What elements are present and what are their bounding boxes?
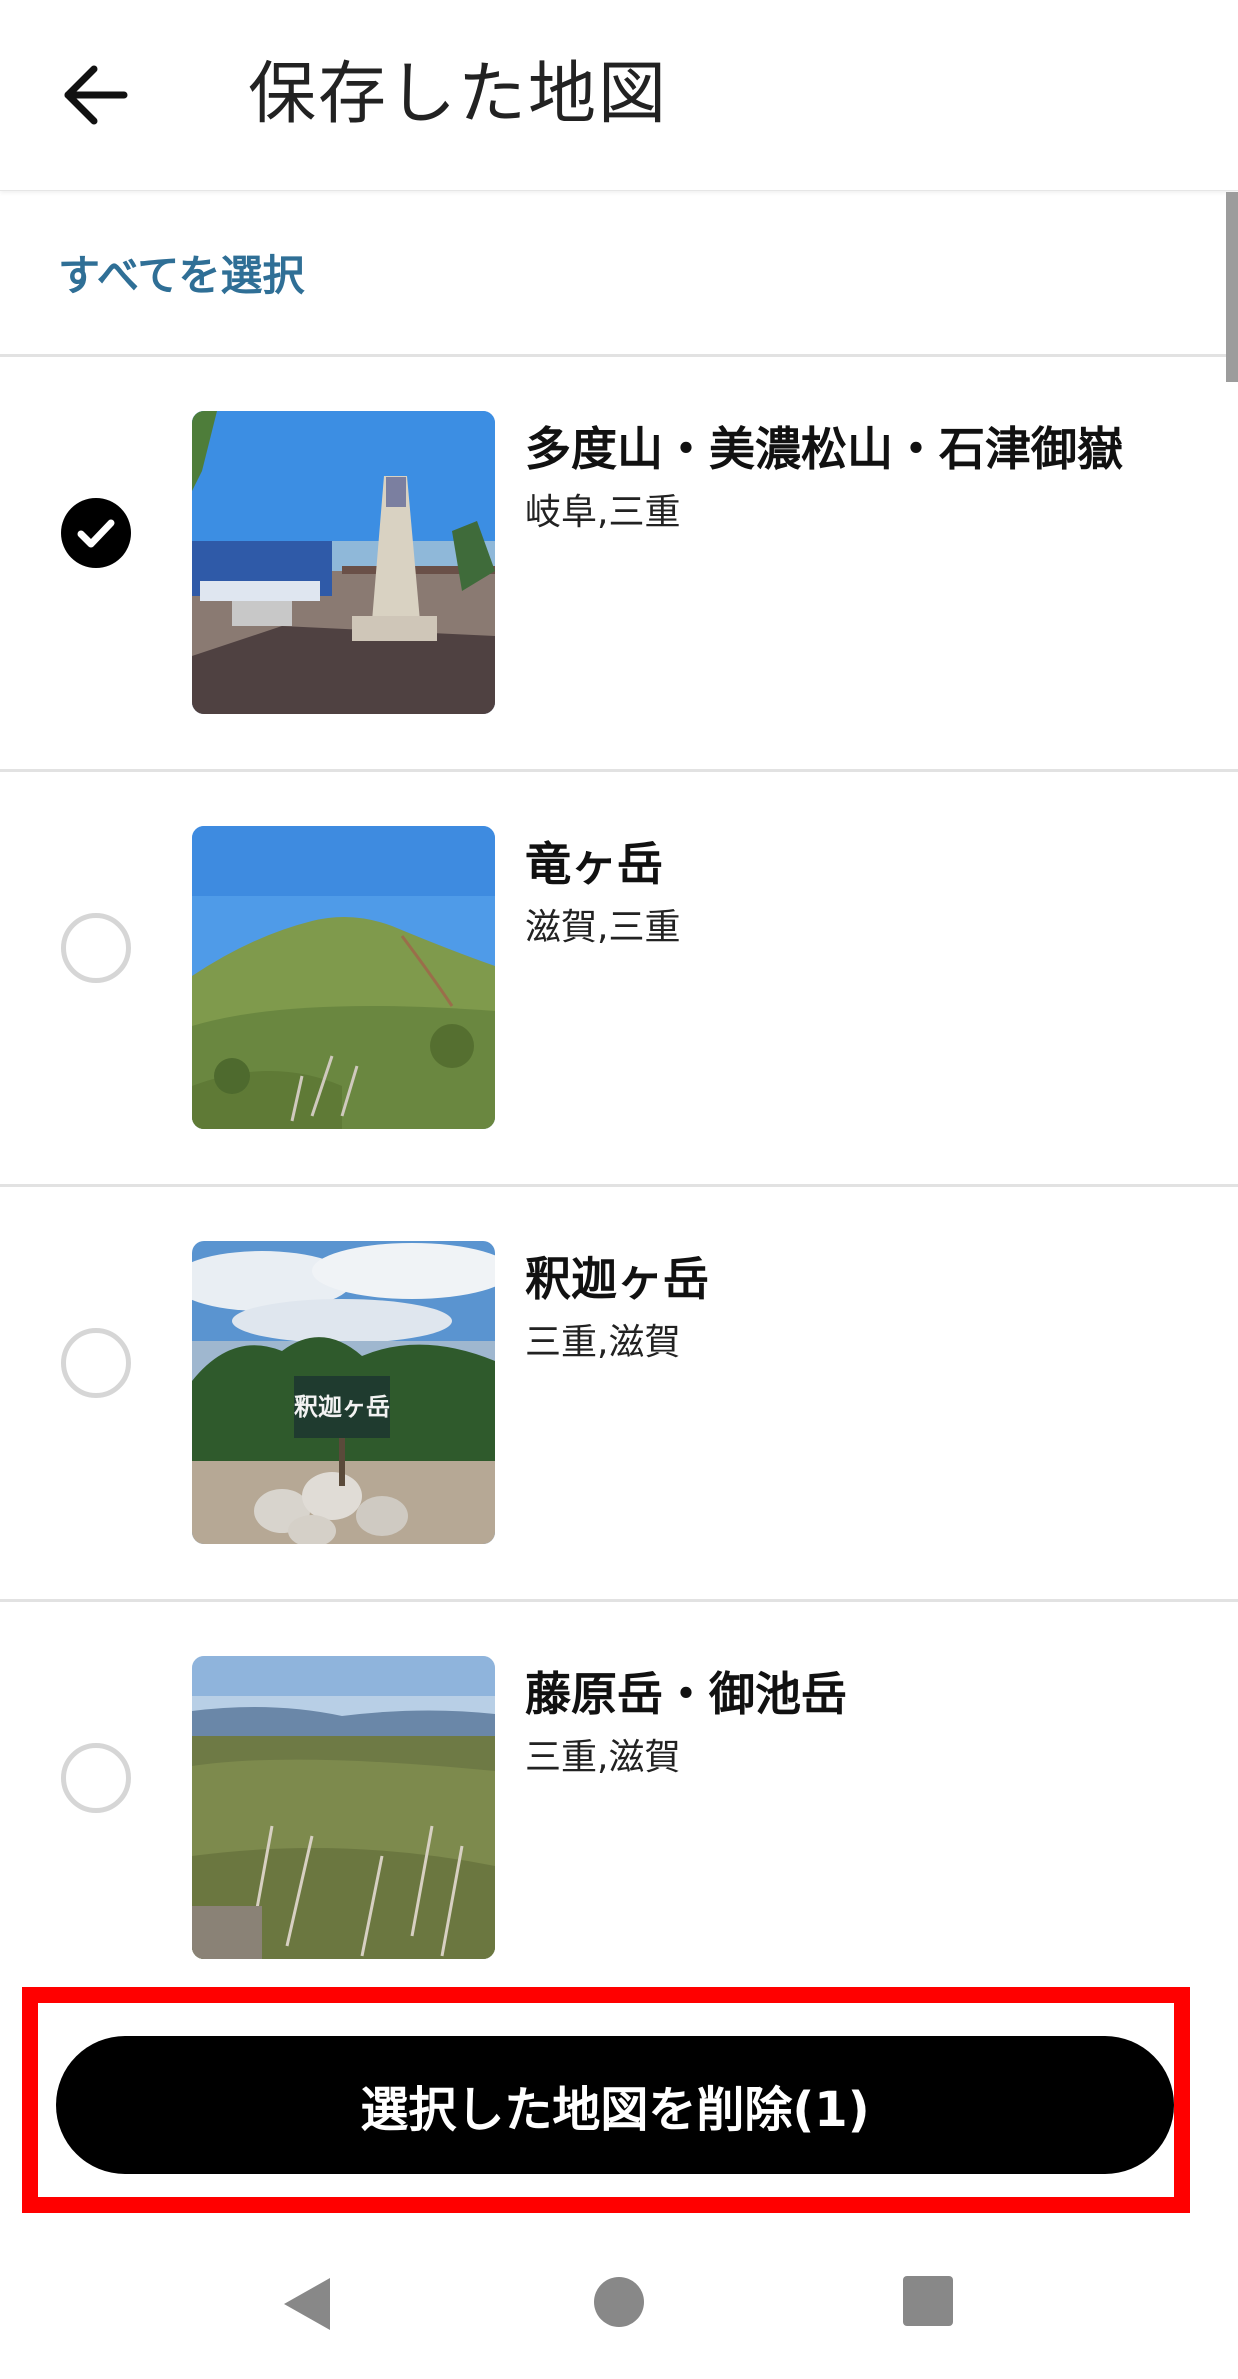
square-recents-icon[interactable]: [903, 2276, 953, 2326]
delete-selected-button[interactable]: 選択した地図を削除(1): [56, 2036, 1174, 2174]
map-name: 藤原岳・御池岳: [525, 1667, 847, 1721]
unchecked-radio[interactable]: [61, 1743, 131, 1813]
circle-home-icon[interactable]: [594, 2277, 644, 2327]
select-all-row: すべてを選択: [0, 190, 1238, 357]
list-item[interactable]: 多度山・美濃松山・石津御嶽 岐阜,三重: [0, 357, 1238, 772]
checkmark-icon: [77, 519, 115, 548]
unchecked-radio[interactable]: [61, 1328, 131, 1398]
map-thumbnail: [192, 826, 495, 1129]
map-region: 三重,滋賀: [525, 1322, 681, 1363]
checked-radio[interactable]: [61, 498, 131, 568]
saved-map-list: 多度山・美濃松山・石津御嶽 岐阜,三重 竜ヶ岳 滋賀,三重 釈迦ヶ岳 釈迦ヶ岳 …: [0, 357, 1238, 1982]
map-thumbnail: 釈迦ヶ岳: [192, 1241, 495, 1544]
list-item[interactable]: 藤原岳・御池岳 三重,滋賀: [0, 1602, 1238, 1982]
map-thumbnail: [192, 411, 495, 714]
map-region: 岐阜,三重: [525, 492, 681, 533]
triangle-back-icon[interactable]: [280, 2276, 336, 2332]
map-name: 釈迦ヶ岳: [525, 1252, 709, 1306]
app-bar: 保存した地図: [0, 0, 1238, 191]
scrollbar[interactable]: [1226, 192, 1238, 382]
list-item[interactable]: 竜ヶ岳 滋賀,三重: [0, 772, 1238, 1187]
back-button[interactable]: [52, 52, 138, 138]
map-name: 多度山・美濃松山・石津御嶽: [525, 422, 1123, 476]
map-region: 滋賀,三重: [525, 907, 681, 948]
photo-sign-text: 釈迦ヶ岳: [294, 1392, 390, 1421]
select-all-link[interactable]: すべてを選択: [58, 242, 305, 303]
map-name: 竜ヶ岳: [525, 837, 663, 891]
list-item[interactable]: 釈迦ヶ岳 釈迦ヶ岳 三重,滋賀: [0, 1187, 1238, 1602]
map-thumbnail: [192, 1656, 495, 1959]
arrow-left-icon: [64, 65, 128, 125]
map-region: 三重,滋賀: [525, 1737, 681, 1778]
page-title: 保存した地図: [248, 55, 669, 134]
unchecked-radio[interactable]: [61, 913, 131, 983]
